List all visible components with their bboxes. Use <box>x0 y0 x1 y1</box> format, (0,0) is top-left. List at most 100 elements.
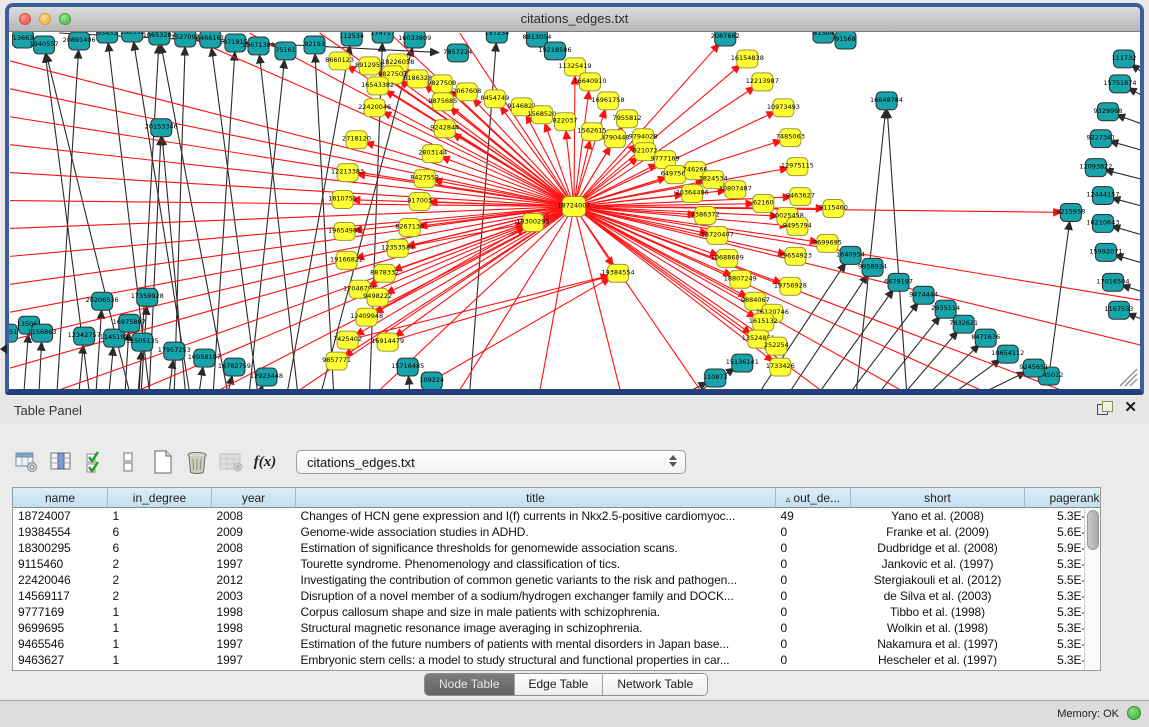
graph-node[interactable]: 12975115 <box>781 158 814 176</box>
table-cell[interactable]: 1998 <box>212 604 296 620</box>
graph-node[interactable]: 16210643 <box>1086 214 1119 232</box>
table-cell[interactable]: Nakamura et al. (1997) <box>851 636 1025 652</box>
graph-node[interactable]: 6679197 <box>884 273 913 291</box>
table-row[interactable]: 946554611997Estimation of the future num… <box>13 636 1101 652</box>
table-cell[interactable]: Embryonic stem cells: a model to study s… <box>296 652 776 668</box>
citation-edge[interactable] <box>1113 198 1140 207</box>
column-header-title[interactable]: title <box>296 488 776 508</box>
citation-edge[interactable] <box>987 372 1025 389</box>
column-header-out_de[interactable]: ▵out_de... <box>776 488 851 508</box>
graph-node[interactable]: 12213987 <box>746 73 779 91</box>
collapse-panel-arrow-icon[interactable] <box>0 344 7 354</box>
citation-edge[interactable] <box>1049 222 1070 376</box>
graph-node[interactable]: 17016504 <box>1096 273 1129 291</box>
table-row[interactable]: 1456911722003Disruption of a novel membe… <box>13 588 1101 604</box>
table-cell[interactable]: Estimation of significance thresholds fo… <box>296 540 776 556</box>
graph-node[interactable]: 12444157 <box>1086 187 1119 205</box>
citation-edge[interactable] <box>260 386 262 389</box>
citation-edge-red[interactable] <box>574 77 575 207</box>
memory-ok-indicator[interactable] <box>1127 706 1141 720</box>
graph-node[interactable]: 16648784 <box>870 92 903 110</box>
graph-node[interactable]: 12342757 <box>68 327 101 345</box>
graph-node[interactable]: 9498222 <box>363 288 392 306</box>
citation-edge[interactable] <box>96 311 101 389</box>
graph-node[interactable]: 157234 <box>484 32 509 43</box>
graph-node[interactable]: 10688609 <box>711 249 744 267</box>
citation-edge[interactable] <box>1111 141 1140 151</box>
citation-edge[interactable] <box>1122 285 1140 293</box>
graph-node[interactable]: 9463627 <box>786 188 815 206</box>
delete-column-button[interactable] <box>180 447 214 477</box>
graph-node[interactable]: 252254 <box>764 337 789 355</box>
table-row[interactable]: 1830029562008Estimation of significance … <box>13 540 1101 556</box>
table-row[interactable]: 1872400712008Changes of HCN gene express… <box>13 508 1101 525</box>
table-cell[interactable]: Stergiakouli et al. (2012) <box>851 572 1025 588</box>
table-cell[interactable]: Changes of HCN gene expression and I(f) … <box>296 508 776 525</box>
tab-node-table[interactable]: Node Table <box>425 674 515 695</box>
graph-node[interactable]: 8215958 <box>1056 204 1085 222</box>
tab-edge-table[interactable]: Edge Table <box>515 674 604 695</box>
graph-node[interactable]: 7857224 <box>443 44 472 62</box>
graph-node[interactable]: 1810755 <box>328 191 357 209</box>
graph-node[interactable]: 1615132 <box>749 313 778 331</box>
citation-edge[interactable] <box>1117 115 1140 126</box>
table-cell[interactable]: 0 <box>776 556 851 572</box>
table-mode-button[interactable] <box>10 447 44 477</box>
graph-node[interactable]: 160552 <box>120 32 145 42</box>
graph-node[interactable]: 15992071 <box>1089 243 1122 261</box>
table-cell[interactable]: Genome-wide association studies in ADHD. <box>296 524 776 540</box>
graph-node[interactable]: 917003 <box>407 193 432 211</box>
unselect-all-button[interactable] <box>112 447 146 477</box>
tab-network-table[interactable]: Network Table <box>603 674 707 695</box>
graph-node[interactable]: 19654923 <box>779 247 812 265</box>
network-canvas[interactable]: 8660123891295518226058982750316543382818… <box>9 32 1140 389</box>
graph-node[interactable]: 12213383 <box>331 164 364 182</box>
graph-node[interactable]: 109224 <box>419 372 444 389</box>
table-cell[interactable]: 2 <box>108 556 212 572</box>
citation-edge[interactable] <box>161 46 227 389</box>
table-cell[interactable]: 22420046 <box>13 572 108 588</box>
table-cell[interactable]: Tourette syndrome. Phenomenology and cla… <box>296 556 776 572</box>
table-cell[interactable]: Hescheler et al. (1997) <box>851 652 1025 668</box>
graph-node[interactable]: 1167533 <box>1104 301 1133 319</box>
table-cell[interactable]: 0 <box>776 588 851 604</box>
table-row[interactable]: 977716911998Corpus callosum shape and si… <box>13 604 1101 620</box>
table-cell[interactable]: 2009 <box>212 524 296 540</box>
citation-edge[interactable] <box>1113 226 1140 236</box>
table-cell[interactable]: 0 <box>776 572 851 588</box>
table-select-dropdown[interactable]: citations_edges.txt <box>296 450 686 474</box>
table-cell[interactable]: 0 <box>776 604 851 620</box>
table-cell[interactable]: 6 <box>108 540 212 556</box>
table-cell[interactable]: 1 <box>108 604 212 620</box>
table-row[interactable]: 1938455462009Genome-wide association stu… <box>13 524 1101 540</box>
table-cell[interactable]: 0 <box>776 652 851 668</box>
graph-node[interactable]: 1562615 <box>578 123 607 141</box>
table-cell[interactable]: 1 <box>108 636 212 652</box>
table-cell[interactable]: Disruption of a novel member of a sodium… <box>296 588 776 604</box>
graph-node[interactable]: 75161 <box>275 42 296 60</box>
graph-node[interactable]: 8427552 <box>410 170 439 188</box>
citation-edge[interactable] <box>199 368 203 389</box>
graph-node[interactable]: 8471676 <box>971 329 1000 347</box>
citation-edge[interactable] <box>1128 314 1140 321</box>
graph-node[interactable]: 822037 <box>553 113 578 131</box>
graph-node[interactable]: 1940557 <box>30 36 59 54</box>
citation-edge-red[interactable] <box>574 207 1140 346</box>
graph-node[interactable]: 112534 <box>339 32 364 46</box>
graph-node[interactable]: 9245651 <box>1019 359 1048 377</box>
graph-node[interactable]: 2718120 <box>342 131 371 149</box>
table-cell[interactable]: Corpus callosum shape and size in male p… <box>296 604 776 620</box>
citation-edge[interactable] <box>881 317 940 389</box>
table-cell[interactable]: 1 <box>108 508 212 525</box>
graph-node[interactable]: 9242844 <box>430 120 459 138</box>
table-cell[interactable]: Jankovic et al. (1997) <box>851 556 1025 572</box>
graph-node[interactable]: 20206536 <box>86 292 119 310</box>
citation-edge[interactable] <box>1116 255 1140 264</box>
graph-node[interactable]: 81304 <box>813 32 834 43</box>
table-cell[interactable]: 18724007 <box>13 508 108 525</box>
graph-node[interactable]: 91568 <box>835 32 856 49</box>
graph-node[interactable]: 7386372 <box>691 207 720 225</box>
citation-edge[interactable] <box>39 343 41 389</box>
table-cell[interactable]: de Silva et al. (2003) <box>851 588 1025 604</box>
new-table-button[interactable] <box>146 447 180 477</box>
